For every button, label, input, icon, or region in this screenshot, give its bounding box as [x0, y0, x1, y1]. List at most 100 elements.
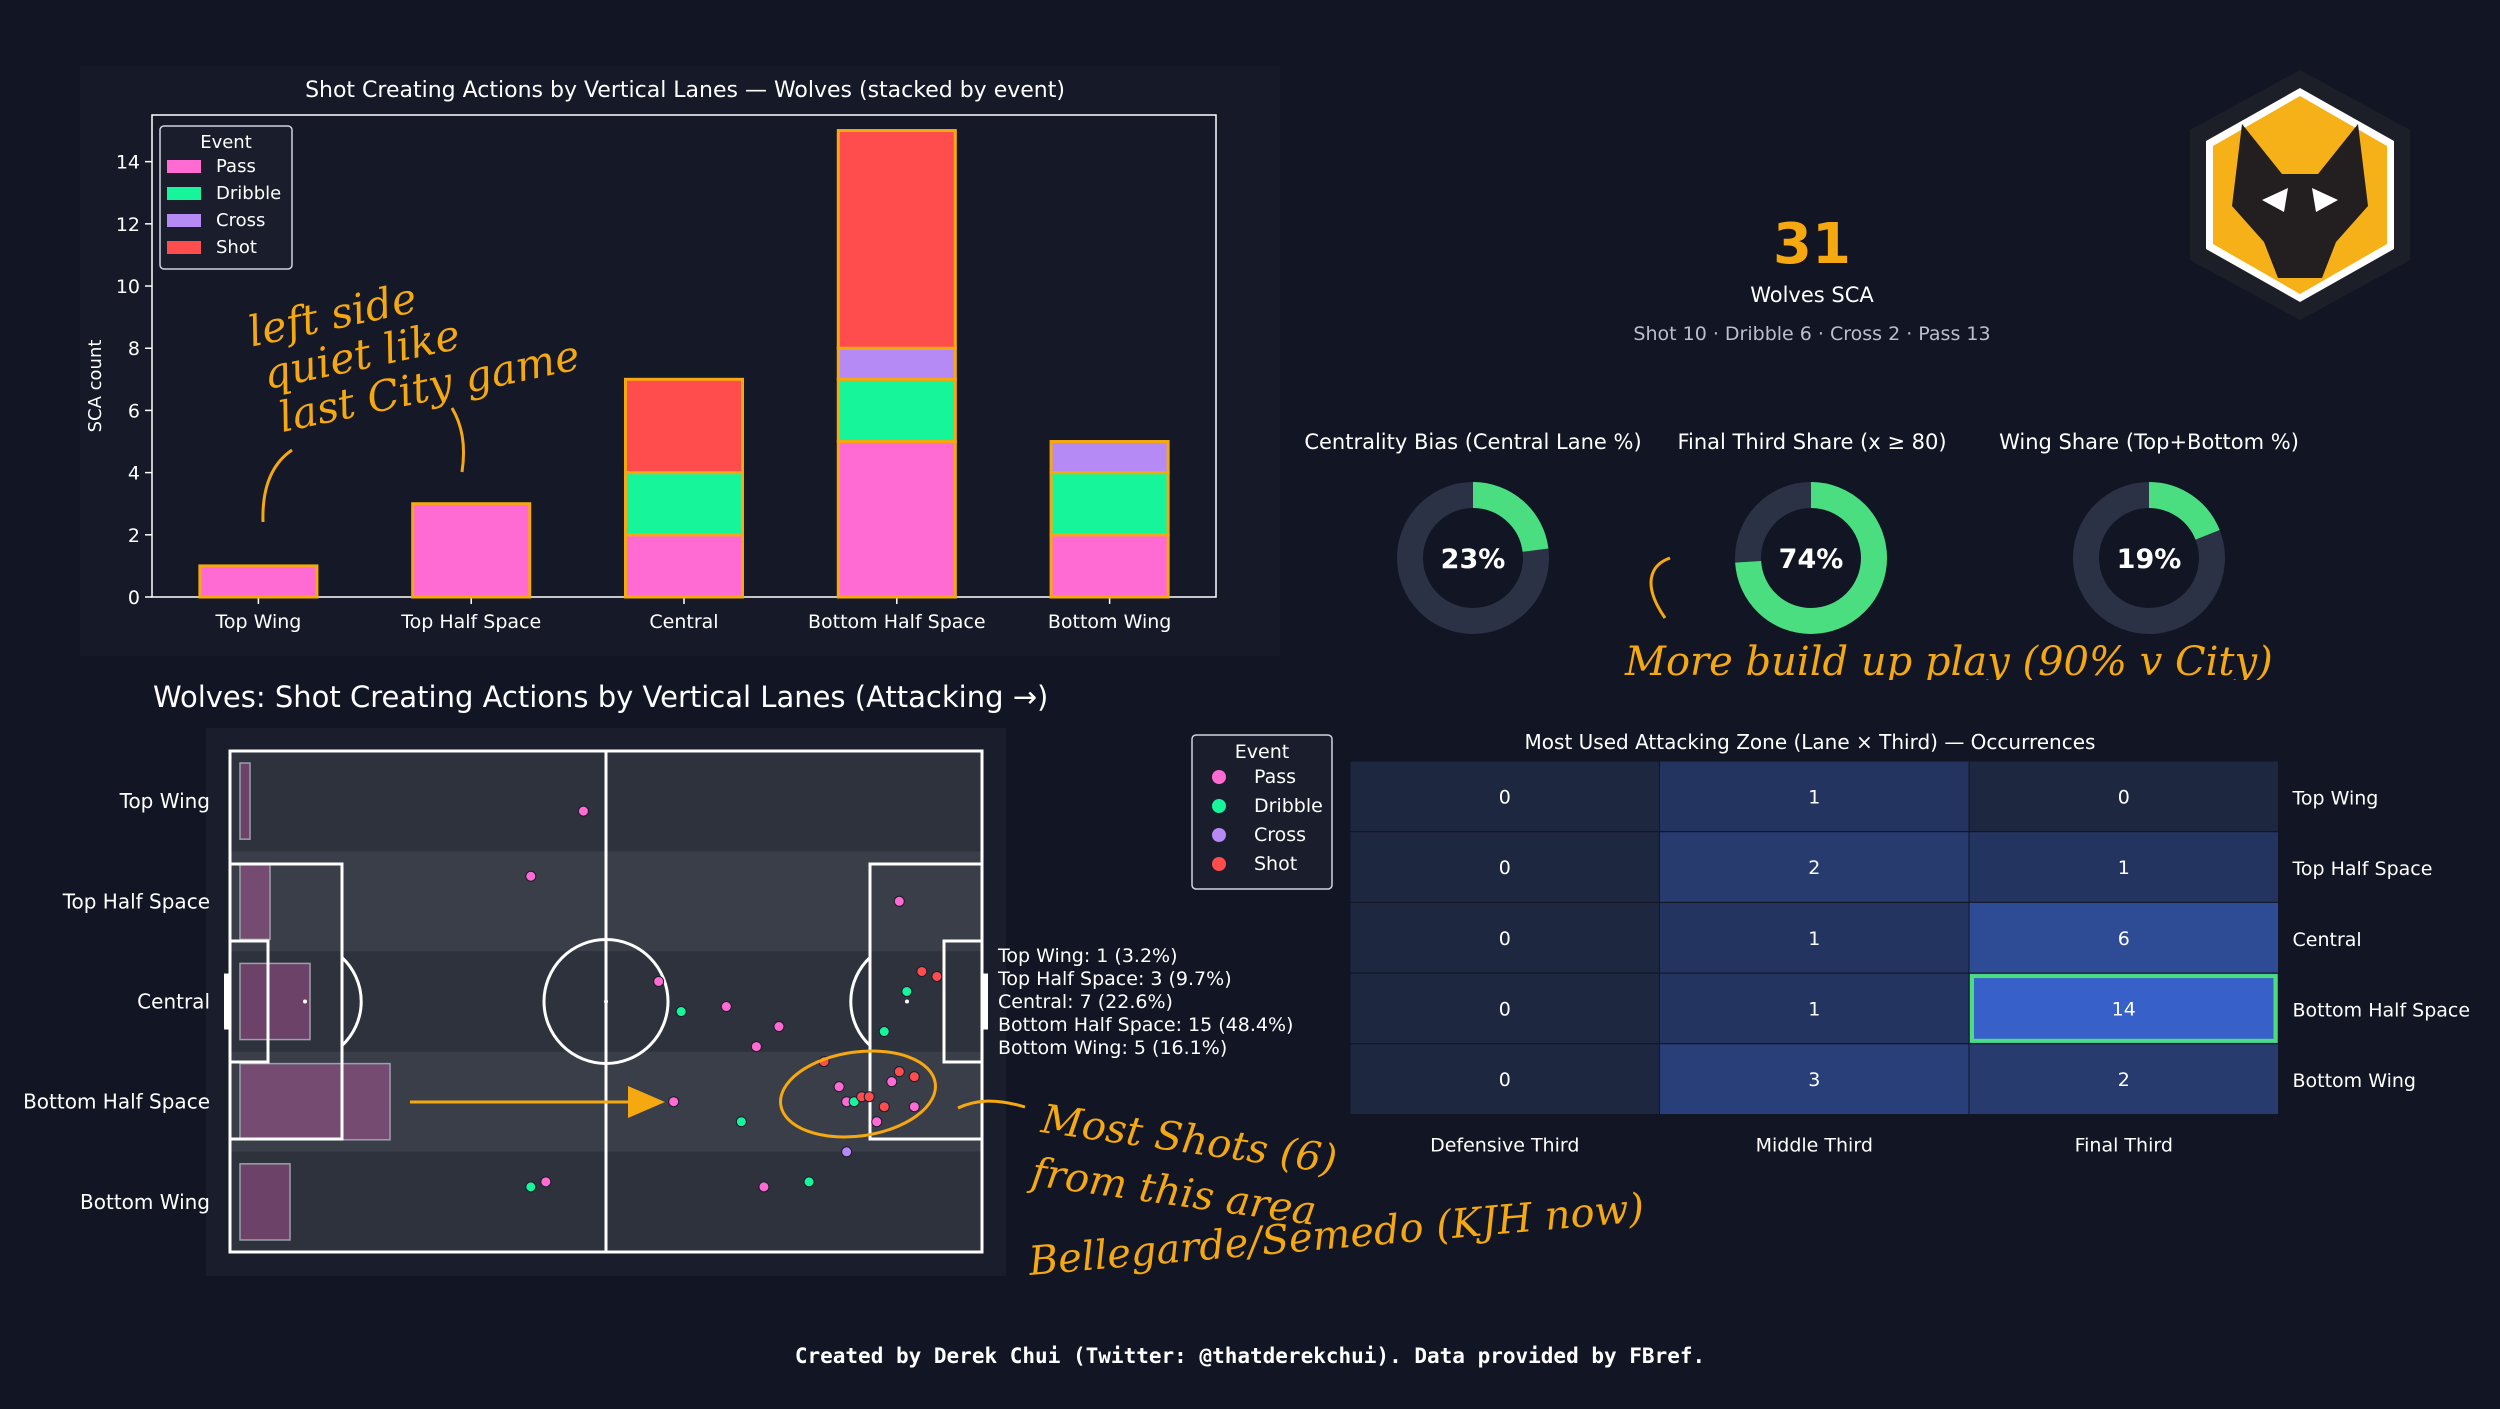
- x-tick-label: Top Half Space: [400, 611, 541, 633]
- pitch-title: Wolves: Shot Creating Actions by Vertica…: [153, 680, 1049, 714]
- stacked-bar-chart: 0 2 4 6 8 10 12 14 SCA count Top Wing Top Half Spa…: [85, 114, 1217, 633]
- bar-segment-shot: [623, 377, 745, 475]
- lane-summary-line: Top Half Space: 3 (9.7%): [997, 968, 1232, 990]
- heatmap-cell-value: 6: [2118, 928, 2130, 950]
- sca-point-dribble: [901, 985, 913, 997]
- lane-count-bar: [239, 762, 251, 840]
- heatmap-cell-value: 14: [2112, 998, 2136, 1020]
- zone-heatmap: 0 1 0 Top Wing 0 2 1 Top Half Space 0 1 6 Central 0 1…: [1349, 760, 2471, 1156]
- heatmap-row-label: Central: [2293, 929, 2362, 951]
- x-tick-label: Central: [649, 611, 718, 633]
- penalty-spot-right: [905, 999, 909, 1004]
- sca-point-shot: [916, 965, 928, 977]
- sca-point-pass: [653, 975, 665, 987]
- center-spot: [604, 999, 608, 1004]
- lane-summary-line: Bottom Wing: 5 (16.1%): [998, 1037, 1227, 1059]
- bar-segment-pass: [198, 564, 319, 599]
- y-tick-label: 10: [116, 276, 140, 298]
- pitch-legend-marker-cross: [1212, 828, 1226, 842]
- pitch-legend-marker-dribble: [1212, 799, 1226, 813]
- legend-swatch-shot: [167, 241, 201, 254]
- y-tick-label: 0: [128, 587, 140, 609]
- bar-segment-pass: [836, 440, 957, 599]
- lane-count-bar: [239, 1062, 391, 1141]
- bar-segment-cross: [1049, 440, 1170, 475]
- heatmap-cell-value: 0: [1499, 998, 1511, 1020]
- sca-point-pass: [525, 870, 537, 882]
- wolves-logo: [2190, 70, 2410, 320]
- heatmap-cell-value: 1: [1808, 786, 1820, 808]
- heatmap-cell-value: 2: [1808, 857, 1820, 879]
- sca-point-pass: [668, 1096, 680, 1108]
- y-tick-label: 8: [128, 338, 140, 360]
- y-tick-label: 6: [128, 400, 140, 422]
- bar-segment-pass: [411, 502, 532, 599]
- bar-segment-dribble: [623, 471, 745, 537]
- donut-3-title: Wing Share (Top+Bottom %): [1999, 430, 2299, 454]
- heatmap-cell-value: 3: [1808, 1069, 1820, 1091]
- heatmap-cell-value: 0: [1499, 928, 1511, 950]
- sca-point-dribble: [525, 1181, 537, 1193]
- sca-point-pass: [577, 805, 589, 817]
- lane-count-bar: [239, 962, 311, 1041]
- donut-value-label: 23%: [1441, 544, 1506, 575]
- penalty-spot-left: [303, 999, 307, 1004]
- lane-count-bar: [239, 862, 271, 941]
- sca-point-pass: [758, 1181, 770, 1193]
- bar-segment-dribble: [836, 377, 957, 444]
- legend-label-dribble: Dribble: [216, 183, 281, 204]
- lane-label: Bottom Half Space: [23, 1090, 210, 1114]
- sca-point-dribble: [675, 1006, 687, 1018]
- heatmap-cell-value: 1: [2118, 857, 2130, 879]
- x-tick-label: Bottom Wing: [1048, 611, 1171, 633]
- legend-swatch-pass: [167, 160, 201, 173]
- sca-point-cross: [841, 1146, 853, 1158]
- legend-swatch-dribble: [167, 187, 201, 200]
- heatmap-col-label: Final Third: [2075, 1135, 2173, 1156]
- heatmap-row-label: Top Half Space: [2292, 858, 2433, 880]
- pitch-legend-marker-shot: [1212, 857, 1226, 871]
- heatmap-cell-value: 0: [1499, 1069, 1511, 1091]
- bar-legend: Event Pass Dribble Cross Shot: [159, 125, 293, 270]
- sca-point-shot: [931, 970, 943, 982]
- lane-summary-line: Bottom Half Space: 15 (48.4%): [998, 1014, 1293, 1036]
- lane-label: Top Half Space: [62, 889, 210, 913]
- lane-label: Central: [137, 990, 210, 1014]
- sca-point-shot: [878, 1101, 890, 1113]
- sca-point-shot: [893, 1066, 905, 1078]
- sca-point-pass: [540, 1176, 552, 1188]
- x-tick-label: Top Wing: [214, 611, 301, 633]
- heatmap-cell-value: 0: [1499, 786, 1511, 808]
- legend-label-shot: Shot: [216, 237, 257, 258]
- sca-point-pass: [893, 895, 905, 907]
- lane-label: Bottom Wing: [80, 1190, 210, 1214]
- heatmap-row-label: Bottom Half Space: [2293, 999, 2471, 1021]
- pitch-legend-label-dribble: Dribble: [1254, 795, 1323, 817]
- heatmap-col-label: Defensive Third: [1430, 1135, 1579, 1156]
- y-axis-label: SCA count: [85, 340, 106, 433]
- sca-point-shot: [863, 1091, 875, 1103]
- donut-annotation-layer: More build up play (90% v City): [1624, 556, 2273, 680]
- lane-summary-line: Top Wing: 1 (3.2%): [997, 945, 1178, 967]
- legend-swatch-cross: [167, 214, 201, 227]
- goal-left: [224, 973, 230, 1030]
- pitch-legend-title: Event: [1235, 741, 1289, 763]
- bar-segment-shot: [836, 129, 957, 350]
- kpi-breakdown: Shot 10 · Dribble 6 · Cross 2 · Pass 13: [1633, 323, 1991, 345]
- pitch-legend-marker-pass: [1212, 770, 1226, 784]
- legend-label-pass: Pass: [216, 156, 256, 177]
- heatmap-cell-value: 1: [1808, 928, 1820, 950]
- pitch-legend-label-shot: Shot: [1254, 853, 1297, 875]
- heatmap-cell-value: 0: [1499, 857, 1511, 879]
- pitch-legend: Event Pass Dribble Cross Shot: [1191, 734, 1333, 890]
- sca-point-pass: [773, 1021, 785, 1033]
- heatmap-row-label: Top Wing: [2292, 787, 2379, 809]
- footer-credit: Created by Derek Chui (Twitter: @thatder…: [794, 1344, 1706, 1368]
- y-tick-label: 14: [116, 152, 140, 174]
- lane-summary-line: Central: 7 (22.6%): [998, 991, 1173, 1013]
- donut-annotation: More build up play (90% v City): [1624, 639, 2273, 680]
- y-tick-label: 12: [116, 214, 140, 236]
- heatmap-title: Most Used Attacking Zone (Lane × Third) …: [1524, 730, 2096, 754]
- pitch-legend-label-pass: Pass: [1254, 766, 1296, 788]
- kpi-total: 31: [1773, 212, 1851, 277]
